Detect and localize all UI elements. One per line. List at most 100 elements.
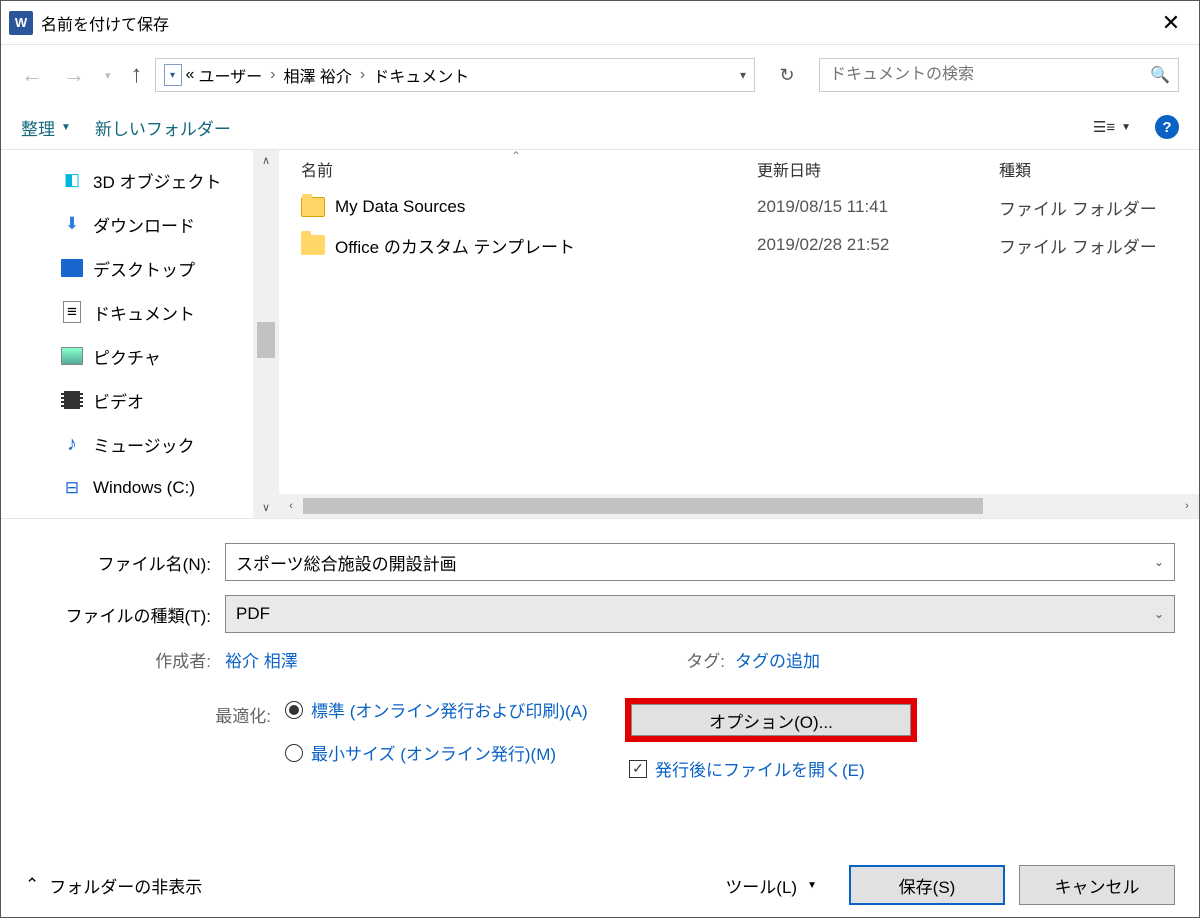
sidebar-item-music[interactable]: ♪ ミュージック: [11, 422, 253, 466]
chevron-down-icon[interactable]: ⌄: [1154, 555, 1164, 569]
breadcrumb-dropdown-icon[interactable]: ▾: [740, 68, 746, 82]
chevron-down-icon[interactable]: ▼: [61, 122, 71, 133]
folder-tree[interactable]: ◧ 3D オブジェクト ⬇ ダウンロード デスクトップ ≡ ドキュメント: [1, 150, 253, 518]
sidebar-item-desktop[interactable]: デスクトップ: [11, 246, 253, 290]
breadcrumb-part[interactable]: 相澤 裕介: [283, 63, 351, 87]
horizontal-scrollbar[interactable]: ‹ ›: [279, 494, 1199, 518]
save-button[interactable]: 保存(S): [849, 865, 1005, 905]
sidebar-item-label: ダウンロード: [93, 212, 195, 237]
music-icon: ♪: [61, 433, 83, 455]
sidebar-item-label: ピクチャ: [93, 344, 161, 369]
open-after-checkbox[interactable]: ✓ 発行後にファイルを開く(E): [629, 756, 1175, 781]
optimize-label: 最適化:: [25, 698, 285, 784]
row-date: 2019/02/28 21:52: [757, 235, 999, 255]
row-date: 2019/08/15 11:41: [757, 197, 999, 217]
hide-folders-toggle[interactable]: ⌃ フォルダーの非表示: [25, 873, 202, 898]
save-as-dialog: W 名前を付けて保存 ✕ ← → ▾ ↑ ▾ « ユーザー › 相澤 裕介 › …: [0, 0, 1200, 918]
filetype-value: PDF: [236, 604, 270, 624]
scroll-left-icon[interactable]: ‹: [279, 500, 303, 512]
search-icon[interactable]: 🔍: [1150, 65, 1170, 85]
filename-label: ファイル名(N):: [25, 550, 225, 575]
radio-label: 標準 (オンライン発行および印刷)(A): [311, 698, 588, 725]
sidebar-item-downloads[interactable]: ⬇ ダウンロード: [11, 202, 253, 246]
chevron-up-icon: ⌃: [25, 875, 39, 895]
radio-icon: [285, 744, 303, 762]
filetype-label: ファイルの種類(T):: [25, 602, 225, 627]
recent-dropdown-icon[interactable]: ▾: [105, 69, 111, 82]
radio-minimum[interactable]: 最小サイズ (オンライン発行)(M): [285, 741, 625, 768]
breadcrumb-pre: «: [186, 66, 195, 84]
table-row[interactable]: My Data Sources 2019/08/15 11:41 ファイル フォ…: [279, 188, 1199, 226]
column-date[interactable]: 更新日時: [757, 157, 999, 181]
sidebar: ◧ 3D オブジェクト ⬇ ダウンロード デスクトップ ≡ ドキュメント: [1, 150, 279, 518]
nav-row: ← → ▾ ↑ ▾ « ユーザー › 相澤 裕介 › ドキュメント ▾ ↻ 🔍: [1, 45, 1199, 105]
pictures-icon: [61, 347, 83, 365]
chevron-right-icon[interactable]: ›: [356, 66, 369, 84]
help-icon[interactable]: ?: [1155, 115, 1179, 139]
author-value[interactable]: 裕介 相澤: [225, 647, 298, 672]
checkbox-icon: ✓: [629, 760, 647, 778]
chevron-down-icon: ▼: [1121, 122, 1131, 133]
location-icon: ▾: [164, 64, 182, 86]
sidebar-item-3d-objects[interactable]: ◧ 3D オブジェクト: [11, 158, 253, 202]
form-area: ファイル名(N): スポーツ総合施設の開設計画 ⌄ ファイルの種類(T): PD…: [1, 518, 1199, 853]
desktop-icon: [61, 259, 83, 277]
back-icon: ←: [21, 62, 43, 88]
tag-value[interactable]: タグの追加: [735, 647, 1175, 672]
sidebar-item-label: ビデオ: [93, 388, 144, 413]
chevron-right-icon[interactable]: ›: [266, 66, 279, 84]
column-headers: 名前 ⌃ 更新日時 種類: [279, 150, 1199, 188]
cancel-button[interactable]: キャンセル: [1019, 865, 1175, 905]
breadcrumb-part[interactable]: ドキュメント: [373, 63, 469, 87]
scroll-up-icon[interactable]: ∧: [253, 154, 279, 167]
file-list: 名前 ⌃ 更新日時 種類 My Data Sources 2019/08/15 …: [279, 150, 1199, 518]
chevron-down-icon[interactable]: ⌄: [1154, 607, 1164, 621]
tag-label: タグ:: [675, 647, 735, 672]
breadcrumb-part[interactable]: ユーザー: [198, 63, 262, 87]
forward-icon: →: [63, 62, 85, 88]
filename-input[interactable]: スポーツ総合施設の開設計画 ⌄: [225, 543, 1175, 581]
table-row[interactable]: Office のカスタム テンプレート 2019/02/28 21:52 ファイ…: [279, 226, 1199, 264]
checkbox-label: 発行後にファイルを開く(E): [655, 756, 865, 781]
organize-button[interactable]: 整理: [21, 115, 55, 140]
folder-icon: [301, 197, 325, 217]
middle-pane: ◧ 3D オブジェクト ⬇ ダウンロード デスクトップ ≡ ドキュメント: [1, 149, 1199, 518]
sidebar-item-label: ドキュメント: [93, 300, 195, 325]
refresh-icon[interactable]: ↻: [773, 65, 801, 86]
sidebar-item-videos[interactable]: ビデオ: [11, 378, 253, 422]
scroll-down-icon[interactable]: ∨: [253, 501, 279, 514]
scroll-right-icon[interactable]: ›: [1175, 500, 1199, 512]
nav-arrows: ← → ▾: [21, 62, 111, 88]
sidebar-item-label: Windows (C:): [93, 478, 195, 498]
sidebar-item-drive-c[interactable]: ⊟ Windows (C:): [11, 466, 253, 510]
scrollbar-thumb[interactable]: [257, 322, 275, 358]
column-type[interactable]: 種類: [999, 157, 1199, 181]
word-icon: W: [9, 11, 33, 35]
sidebar-item-documents[interactable]: ≡ ドキュメント: [11, 290, 253, 334]
search-input[interactable]: [828, 65, 1150, 85]
scrollbar-thumb[interactable]: [303, 498, 983, 514]
search-box[interactable]: 🔍: [819, 58, 1179, 92]
radio-icon: [285, 701, 303, 719]
filename-value: スポーツ総合施設の開設計画: [236, 550, 457, 575]
row-type: ファイル フォルダー: [999, 195, 1199, 220]
breadcrumb[interactable]: ▾ « ユーザー › 相澤 裕介 › ドキュメント ▾: [155, 58, 755, 92]
sidebar-item-pictures[interactable]: ピクチャ: [11, 334, 253, 378]
folder-icon: [301, 235, 325, 255]
up-icon[interactable]: ↑: [131, 61, 143, 89]
author-label: 作成者:: [25, 647, 225, 672]
cube-icon: ◧: [61, 169, 83, 191]
chevron-down-icon: ▼: [807, 880, 817, 891]
window-title: 名前を付けて保存: [41, 11, 1143, 35]
radio-standard[interactable]: 標準 (オンライン発行および印刷)(A): [285, 698, 625, 725]
tools-dropdown[interactable]: ツール(L) ▼: [725, 873, 817, 898]
options-button[interactable]: オプション(O)...: [625, 698, 917, 742]
filetype-select[interactable]: PDF ⌄: [225, 595, 1175, 633]
sidebar-item-label: デスクトップ: [93, 256, 195, 281]
new-folder-button[interactable]: 新しいフォルダー: [95, 115, 231, 140]
radio-label: 最小サイズ (オンライン発行)(M): [311, 741, 556, 768]
view-mode-button[interactable]: ☰≡ ▼: [1093, 118, 1131, 136]
sidebar-scrollbar[interactable]: ∧ ∨: [253, 150, 279, 518]
close-icon[interactable]: ✕: [1151, 10, 1191, 36]
column-name[interactable]: 名前 ⌃: [301, 157, 757, 181]
